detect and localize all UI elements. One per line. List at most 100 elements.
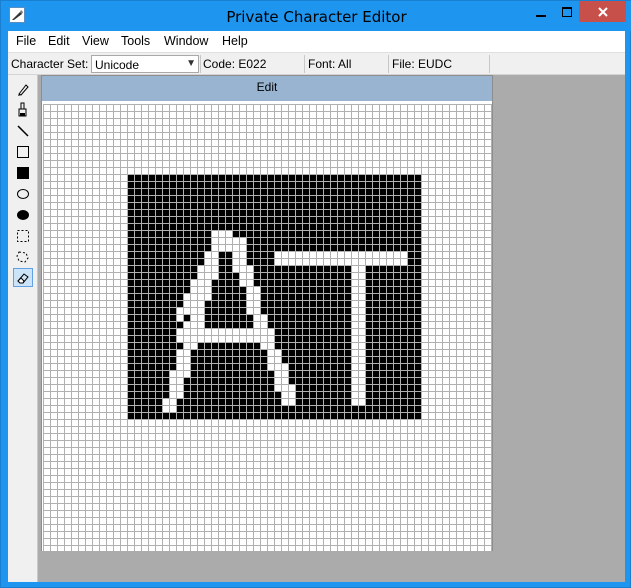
- glyph-pixel[interactable]: [211, 181, 218, 188]
- glyph-pixel[interactable]: [260, 356, 267, 363]
- glyph-pixel[interactable]: [211, 370, 218, 377]
- glyph-pixel[interactable]: [267, 223, 274, 230]
- glyph-pixel[interactable]: [148, 216, 155, 223]
- glyph-pixel[interactable]: [407, 174, 414, 181]
- glyph-pixel[interactable]: [344, 244, 351, 251]
- glyph-pixel[interactable]: [253, 216, 260, 223]
- glyph-pixel[interactable]: [162, 342, 169, 349]
- glyph-pixel[interactable]: [218, 202, 225, 209]
- glyph-pixel[interactable]: [358, 195, 365, 202]
- glyph-pixel[interactable]: [197, 195, 204, 202]
- glyph-pixel[interactable]: [197, 202, 204, 209]
- glyph-pixel[interactable]: [323, 398, 330, 405]
- glyph-pixel[interactable]: [281, 300, 288, 307]
- glyph-pixel[interactable]: [295, 405, 302, 412]
- glyph-pixel[interactable]: [225, 209, 232, 216]
- glyph-pixel[interactable]: [323, 230, 330, 237]
- glyph-pixel[interactable]: [281, 209, 288, 216]
- glyph-pixel[interactable]: [295, 307, 302, 314]
- glyph-pixel[interactable]: [190, 188, 197, 195]
- glyph-pixel[interactable]: [400, 412, 407, 419]
- glyph-pixel[interactable]: [141, 244, 148, 251]
- glyph-pixel[interactable]: [155, 293, 162, 300]
- glyph-pixel[interactable]: [274, 405, 281, 412]
- glyph-pixel[interactable]: [260, 307, 267, 314]
- glyph-pixel[interactable]: [288, 286, 295, 293]
- glyph-pixel[interactable]: [393, 195, 400, 202]
- glyph-pixel[interactable]: [386, 230, 393, 237]
- glyph-pixel[interactable]: [218, 216, 225, 223]
- glyph-pixel[interactable]: [309, 188, 316, 195]
- glyph-pixel[interactable]: [267, 412, 274, 419]
- glyph-pixel[interactable]: [260, 363, 267, 370]
- glyph-pixel[interactable]: [323, 307, 330, 314]
- glyph-pixel[interactable]: [330, 398, 337, 405]
- glyph-pixel[interactable]: [393, 209, 400, 216]
- glyph-pixel[interactable]: [162, 363, 169, 370]
- glyph-pixel[interactable]: [393, 216, 400, 223]
- glyph-pixel[interactable]: [295, 188, 302, 195]
- glyph-pixel[interactable]: [225, 363, 232, 370]
- glyph-pixel[interactable]: [246, 202, 253, 209]
- glyph-pixel[interactable]: [267, 272, 274, 279]
- glyph-pixel[interactable]: [393, 286, 400, 293]
- glyph-pixel[interactable]: [316, 188, 323, 195]
- glyph-pixel[interactable]: [211, 314, 218, 321]
- glyph-pixel[interactable]: [358, 216, 365, 223]
- glyph-pixel[interactable]: [232, 174, 239, 181]
- glyph-pixel[interactable]: [414, 307, 421, 314]
- glyph-pixel[interactable]: [169, 286, 176, 293]
- glyph-pixel[interactable]: [309, 370, 316, 377]
- glyph-pixel[interactable]: [344, 174, 351, 181]
- glyph-pixel[interactable]: [169, 293, 176, 300]
- glyph-pixel[interactable]: [141, 265, 148, 272]
- glyph-pixel[interactable]: [365, 223, 372, 230]
- glyph-pixel[interactable]: [155, 174, 162, 181]
- glyph-pixel[interactable]: [407, 321, 414, 328]
- glyph-pixel[interactable]: [281, 405, 288, 412]
- glyph-pixel[interactable]: [190, 363, 197, 370]
- glyph-pixel[interactable]: [365, 391, 372, 398]
- glyph-pixel[interactable]: [323, 370, 330, 377]
- glyph-pixel[interactable]: [365, 202, 372, 209]
- glyph-pixel[interactable]: [400, 216, 407, 223]
- glyph-pixel[interactable]: [393, 314, 400, 321]
- glyph-pixel[interactable]: [379, 405, 386, 412]
- glyph-pixel[interactable]: [407, 370, 414, 377]
- glyph-pixel[interactable]: [253, 258, 260, 265]
- tool-hollow-ellipse[interactable]: [13, 184, 33, 203]
- glyph-pixel[interactable]: [127, 370, 134, 377]
- glyph-pixel[interactable]: [344, 209, 351, 216]
- glyph-pixel[interactable]: [183, 405, 190, 412]
- glyph-pixel[interactable]: [260, 412, 267, 419]
- glyph-pixel[interactable]: [330, 300, 337, 307]
- glyph-pixel[interactable]: [407, 181, 414, 188]
- glyph-pixel[interactable]: [141, 307, 148, 314]
- glyph-pixel[interactable]: [379, 314, 386, 321]
- glyph-pixel[interactable]: [267, 251, 274, 258]
- glyph-pixel[interactable]: [288, 244, 295, 251]
- glyph-pixel[interactable]: [176, 321, 183, 328]
- glyph-pixel[interactable]: [127, 202, 134, 209]
- glyph-pixel[interactable]: [351, 244, 358, 251]
- glyph-pixel[interactable]: [218, 384, 225, 391]
- glyph-pixel[interactable]: [183, 181, 190, 188]
- glyph-pixel[interactable]: [260, 391, 267, 398]
- glyph-pixel[interactable]: [260, 230, 267, 237]
- glyph-pixel[interactable]: [344, 223, 351, 230]
- glyph-pixel[interactable]: [281, 202, 288, 209]
- glyph-pixel[interactable]: [155, 216, 162, 223]
- tool-brush[interactable]: [13, 100, 33, 119]
- glyph-pixel[interactable]: [204, 349, 211, 356]
- glyph-pixel[interactable]: [239, 363, 246, 370]
- glyph-pixel[interactable]: [372, 188, 379, 195]
- glyph-pixel[interactable]: [337, 335, 344, 342]
- glyph-pixel[interactable]: [162, 258, 169, 265]
- glyph-pixel[interactable]: [253, 272, 260, 279]
- glyph-pixel[interactable]: [288, 370, 295, 377]
- glyph-pixel[interactable]: [400, 174, 407, 181]
- glyph-pixel[interactable]: [246, 405, 253, 412]
- glyph-pixel[interactable]: [169, 202, 176, 209]
- glyph-pixel[interactable]: [134, 279, 141, 286]
- glyph-pixel[interactable]: [232, 293, 239, 300]
